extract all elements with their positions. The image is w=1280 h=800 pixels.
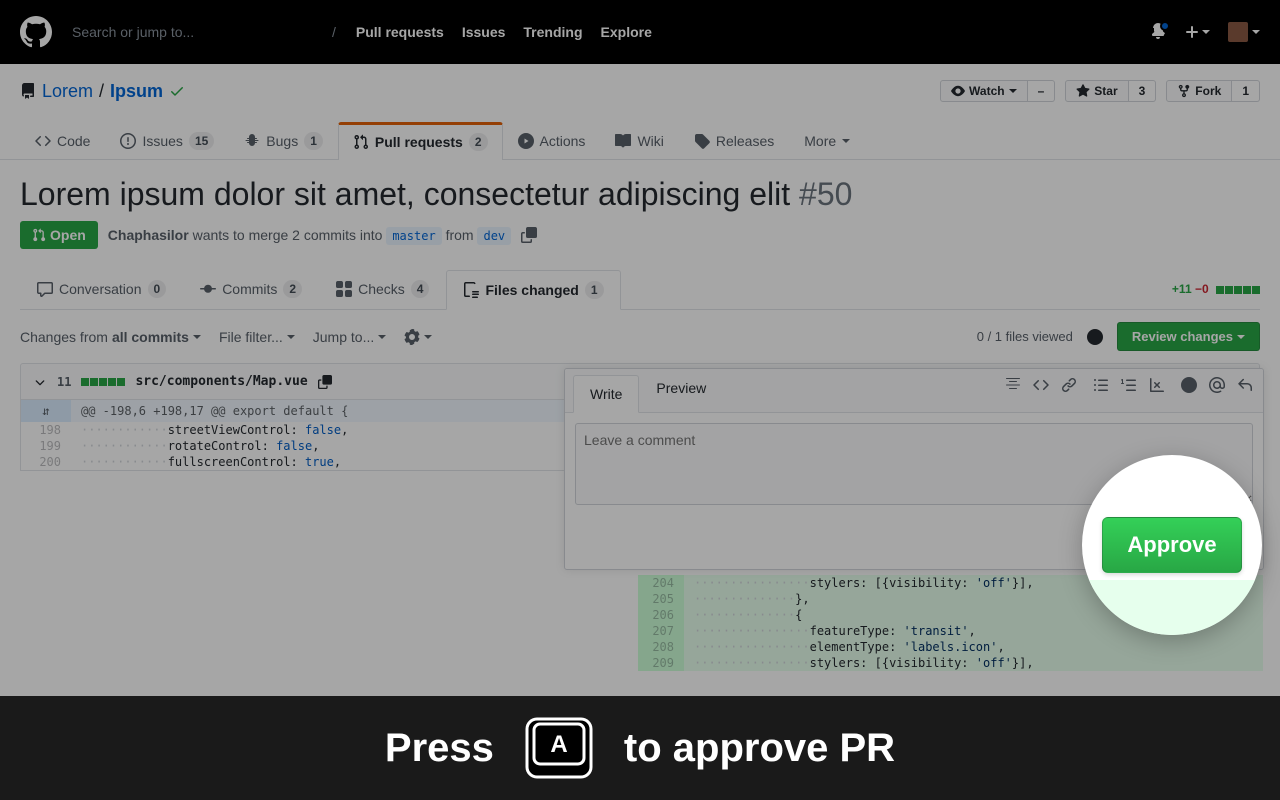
preview-tab[interactable]: Preview <box>639 369 723 412</box>
tab-commits[interactable]: Commits2 <box>183 269 319 309</box>
keycap-icon: A <box>524 716 594 780</box>
user-avatar[interactable] <box>1228 22 1260 42</box>
mention-icon[interactable] <box>1209 377 1225 393</box>
pr-title: Lorem ipsum dolor sit amet, consectetur … <box>20 176 1260 213</box>
expand-icon[interactable]: ⇵ <box>21 400 71 422</box>
watch-count[interactable]: – <box>1028 80 1056 102</box>
quote-icon[interactable] <box>1005 377 1021 393</box>
repo-owner-link[interactable]: Lorem <box>42 81 93 102</box>
tab-actions[interactable]: Actions <box>503 122 601 159</box>
pr-state-badge: Open <box>20 221 98 249</box>
code-icon[interactable] <box>1033 377 1049 393</box>
nav-issues[interactable]: Issues <box>462 24 506 40</box>
tab-pull-requests[interactable]: Pull requests2 <box>338 122 503 160</box>
changes-from-dropdown[interactable]: Changes from all commits <box>20 329 201 345</box>
info-icon[interactable] <box>1087 329 1103 345</box>
nav-pull-requests[interactable]: Pull requests <box>356 24 444 40</box>
pr-author[interactable]: Chaphasilor <box>108 227 189 243</box>
jump-to-dropdown[interactable]: Jump to... <box>313 329 386 345</box>
diff-stat: +11 −0 <box>1172 282 1260 296</box>
link-icon[interactable] <box>1061 377 1077 393</box>
github-logo-icon[interactable] <box>20 16 52 48</box>
head-branch[interactable]: dev <box>477 227 511 245</box>
notifications-icon[interactable] <box>1150 23 1166 42</box>
tab-conversation[interactable]: Conversation0 <box>20 269 183 309</box>
tab-issues[interactable]: Issues15 <box>105 122 229 159</box>
repo-name-link[interactable]: Ipsum <box>110 81 163 102</box>
reply-icon[interactable] <box>1237 377 1253 393</box>
settings-dropdown[interactable] <box>404 329 432 345</box>
tab-bugs[interactable]: Bugs1 <box>229 122 338 159</box>
tab-files-changed[interactable]: Files changed1 <box>446 270 620 310</box>
watch-button[interactable]: Watch <box>940 80 1028 102</box>
fork-button[interactable]: Fork <box>1166 80 1232 102</box>
search-input[interactable]: Search or jump to... <box>72 24 322 40</box>
tab-wiki[interactable]: Wiki <box>600 122 678 159</box>
tab-releases[interactable]: Releases <box>679 122 789 159</box>
ul-icon[interactable] <box>1093 377 1109 393</box>
shortcut-banner: Press A to approve PR <box>0 696 1280 800</box>
file-filter-dropdown[interactable]: File filter... <box>219 329 295 345</box>
svg-text:A: A <box>550 731 567 758</box>
file-path[interactable]: src/components/Map.vue <box>135 374 307 389</box>
review-changes-button[interactable]: Review changes <box>1117 322 1260 351</box>
files-viewed-label: 0 / 1 files viewed <box>977 329 1073 344</box>
tab-checks[interactable]: Checks4 <box>319 269 446 309</box>
verified-check-icon <box>169 83 185 99</box>
copy-path-icon[interactable] <box>318 375 332 389</box>
chevron-down-icon[interactable] <box>33 375 47 389</box>
pr-number: #50 <box>799 176 852 212</box>
ol-icon[interactable] <box>1121 377 1137 393</box>
star-count[interactable]: 3 <box>1129 80 1157 102</box>
approve-button[interactable]: Approve <box>1102 517 1241 573</box>
copy-icon[interactable] <box>521 227 537 243</box>
tab-more[interactable]: More <box>789 122 865 159</box>
base-branch[interactable]: master <box>386 227 441 245</box>
star-button[interactable]: Star <box>1065 80 1128 102</box>
fork-count[interactable]: 1 <box>1232 80 1260 102</box>
tasklist-icon[interactable] <box>1149 377 1165 393</box>
approve-highlight-bubble: Approve <box>1082 455 1262 635</box>
write-tab[interactable]: Write <box>573 375 639 413</box>
repo-icon <box>20 83 36 99</box>
suggestion-icon[interactable] <box>1181 377 1197 393</box>
tab-code[interactable]: Code <box>20 122 105 159</box>
nav-explore[interactable]: Explore <box>601 24 652 40</box>
nav-trending[interactable]: Trending <box>523 24 582 40</box>
create-new-icon[interactable] <box>1184 24 1210 40</box>
